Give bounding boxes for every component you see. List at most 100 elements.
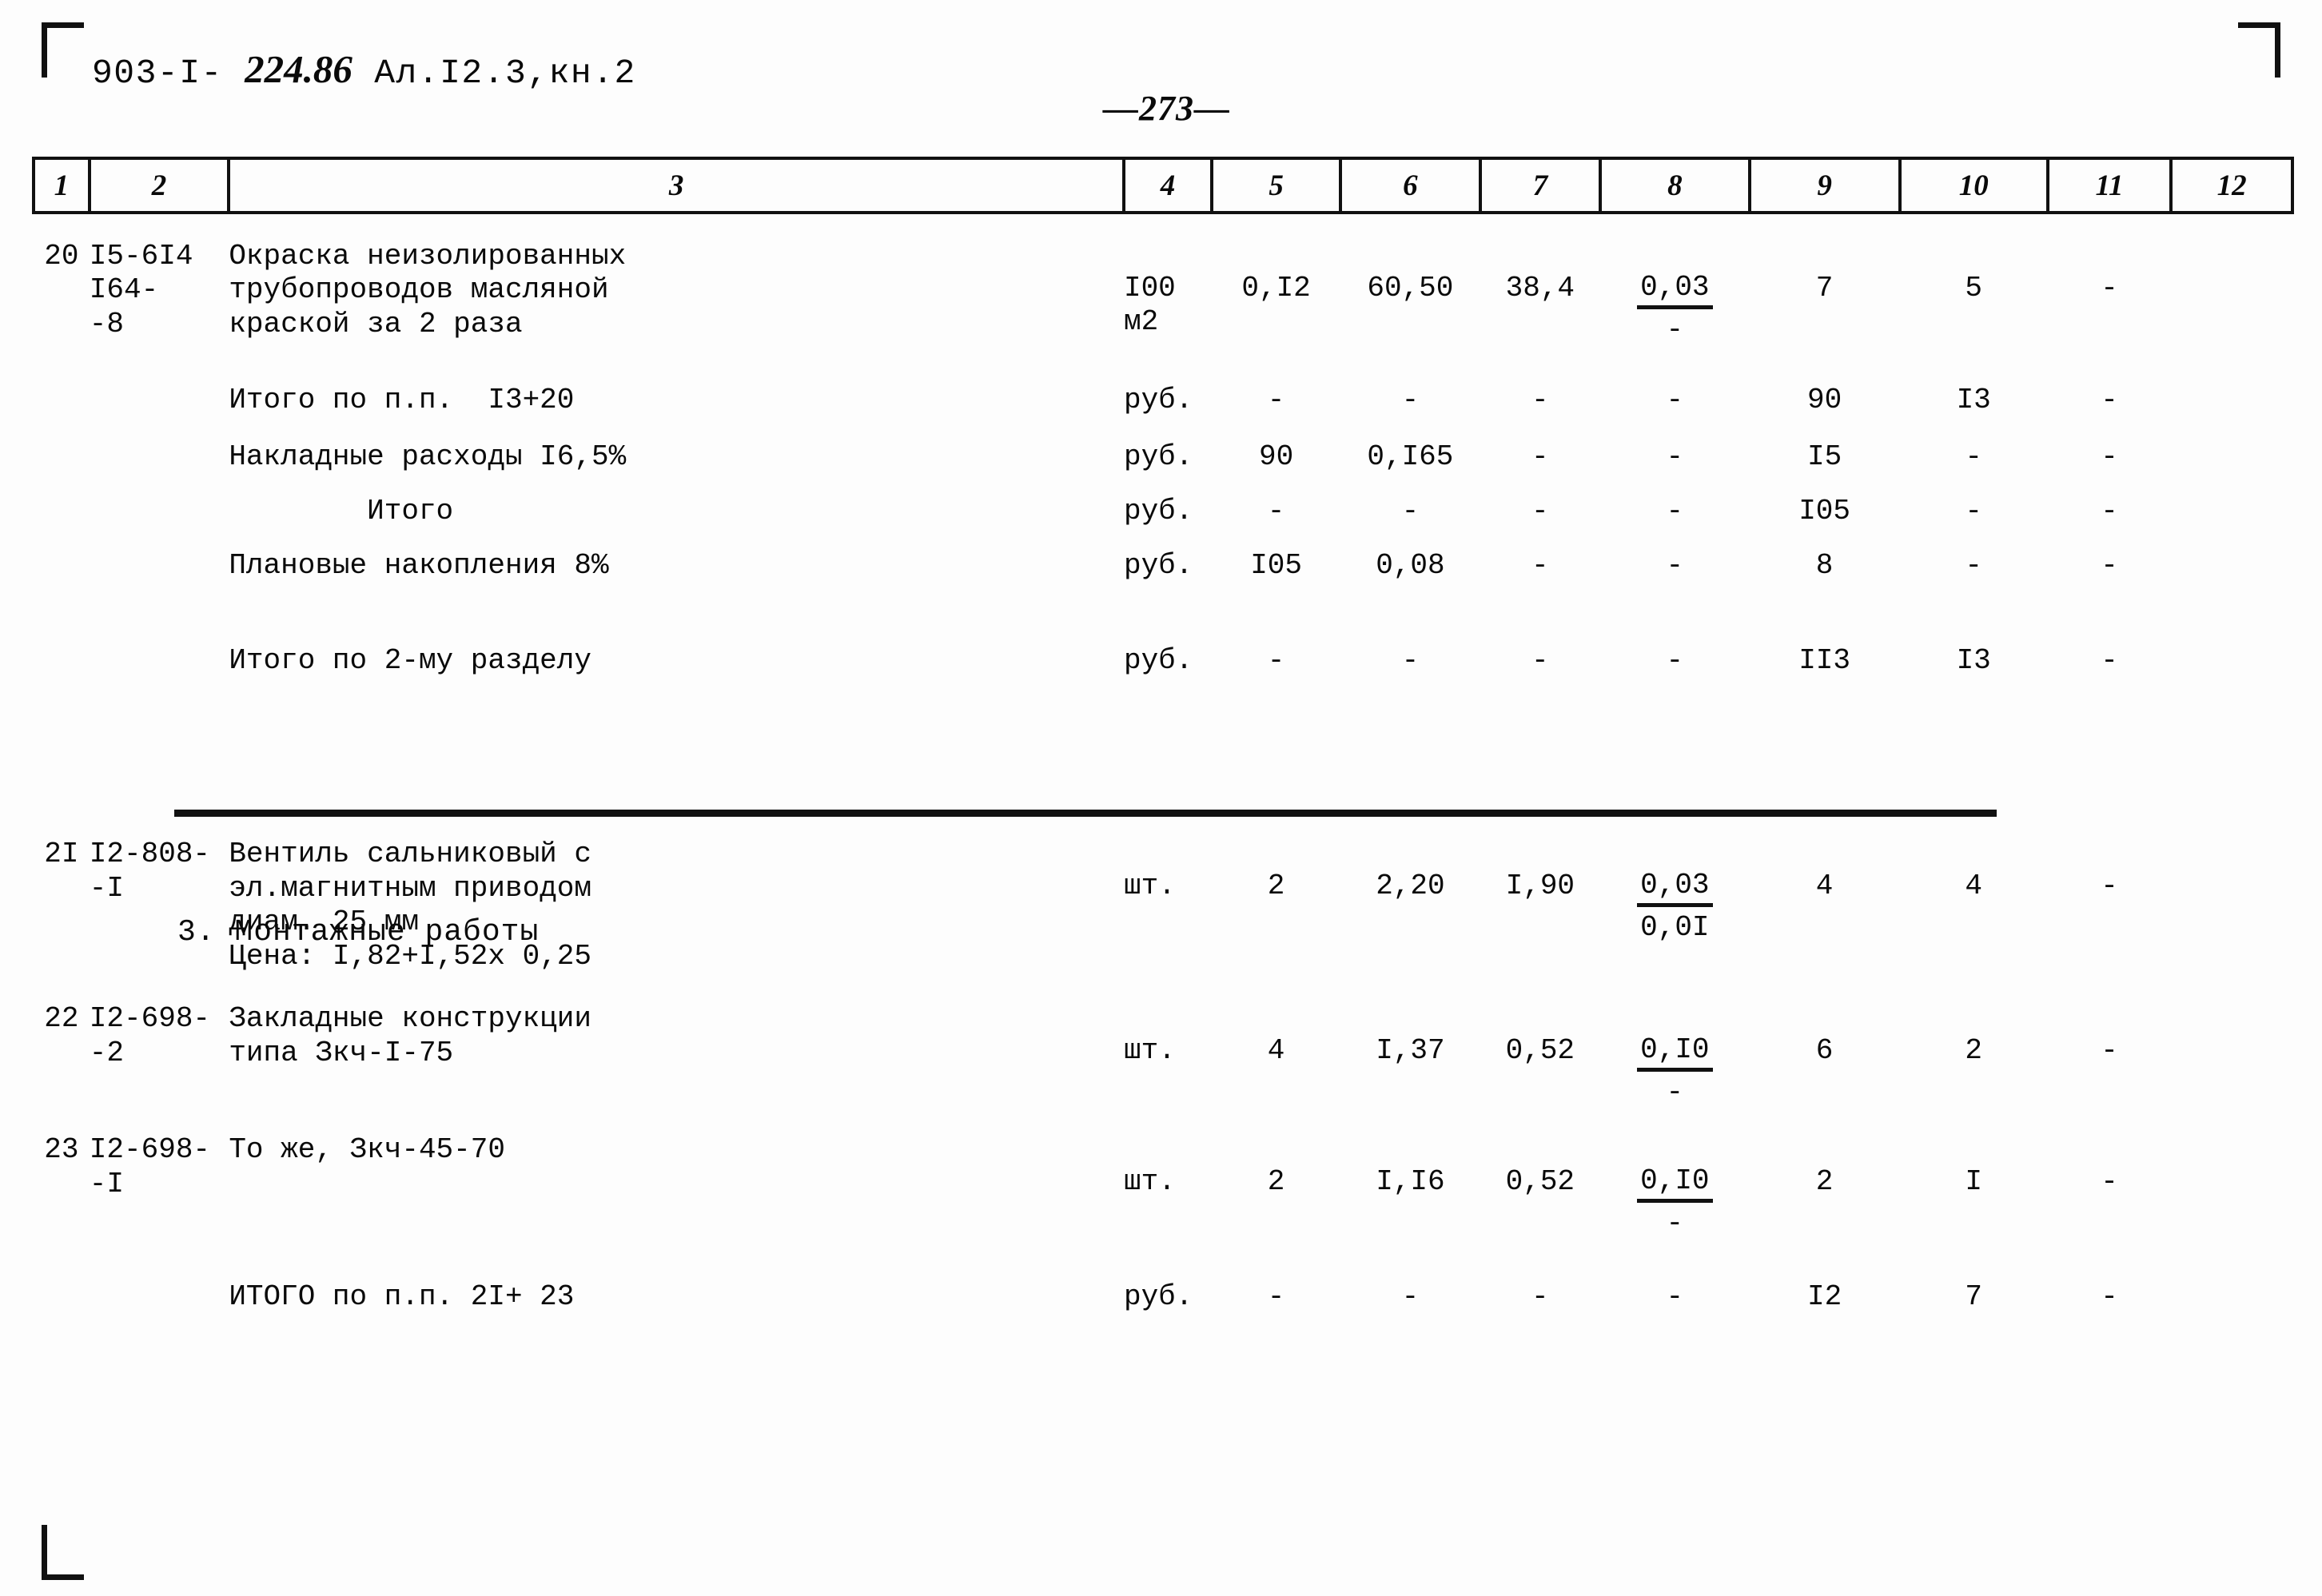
row-unit: I00 м2: [1124, 213, 1212, 347]
row-value-col-10: 4: [1965, 870, 1982, 903]
row-value-col-12: [2171, 347, 2292, 417]
column-number-6: 6: [1339, 157, 1482, 214]
row-value-col-7: -: [1531, 495, 1549, 527]
row-value-col-12: [2171, 213, 2292, 347]
row-unit-line: I00: [1123, 272, 1176, 304]
row-value-col-12: [2171, 474, 2292, 528]
row-unit: руб.: [1124, 474, 1212, 528]
row-norm-code: [90, 474, 229, 528]
row-description-line: Итого по п.п. I3+20: [229, 384, 575, 417]
column-number-row: 1 2 3 4 5 6 7 8 9 10 11 12: [32, 157, 2294, 214]
row-description-line: ИТОГО по п.п. 2I+ 23: [229, 1280, 575, 1314]
row-value-col-5: 2: [1267, 870, 1285, 903]
row-spacer: [34, 678, 2292, 799]
row-value-col-11: -: [2101, 1280, 2118, 1314]
fraction-numerator: 0,I0: [1637, 1165, 1713, 1203]
table-row: Плановые накопления 8% руб. I05 0,08 - - 8 - -: [34, 528, 2292, 583]
row-value-col-9: I5: [1806, 440, 1842, 473]
row-description-line: Окраска неизолированных: [229, 240, 627, 273]
row-value-col-10: I: [1965, 1165, 1982, 1199]
register-mark-top-left: [42, 22, 84, 78]
table-row: Итого по 2-му разделу руб. - - - - II3 I3 -: [34, 599, 2292, 678]
column-number-5: 5: [1210, 157, 1343, 214]
row-value-col-7: -: [1531, 1280, 1549, 1314]
row-value-col-10: 7: [1965, 1280, 1982, 1314]
row-unit: шт.: [1124, 799, 1212, 973]
row-value-col-7: 38,4: [1505, 272, 1575, 304]
estimate-table-body: 1 2 3 4 5 6 7 8 9 10 11 12 20 I5-6I4 I64- -8 Окраска не…: [32, 157, 2294, 1315]
row-norm-code-line: -8: [89, 307, 125, 340]
fraction-numerator: 0,03: [1637, 272, 1713, 309]
row-description: То же, Зкч-45-70: [229, 1109, 1124, 1240]
row-value-col-12: [2171, 973, 2292, 1109]
row-norm-code: I2-698- -2: [90, 973, 229, 1109]
row-value-col-6: 0,08: [1376, 549, 1445, 583]
fraction-denominator: -: [1666, 1075, 1684, 1108]
column-number-7: 7: [1478, 157, 1603, 214]
row-value-col-9: I05: [1798, 495, 1850, 527]
row-description: Плановые накопления 8%: [229, 528, 1124, 583]
fraction-value: 0,03 0,0I: [1637, 870, 1713, 944]
row-value-col-10: 5: [1965, 272, 1982, 304]
row-item-number: [34, 474, 90, 528]
row-unit: руб.: [1124, 1256, 1212, 1314]
row-item-number: [34, 347, 90, 417]
row-unit: шт.: [1124, 1109, 1212, 1240]
row-value-col-8: -: [1666, 440, 1684, 473]
row-value-col-9: I2: [1806, 1280, 1842, 1314]
table-row: ИТОГО по п.п. 2I+ 23 руб. - - - - I2 7 -: [34, 1256, 2292, 1314]
document-code: 903-I- 224.86 Ал.I2.3,кн.2: [92, 46, 636, 93]
fraction-denominator: 0,0I: [1640, 911, 1710, 944]
row-unit-line: руб.: [1123, 440, 1193, 473]
register-mark-top-right: [2238, 22, 2280, 78]
row-description-line: То же, Зкч-45-70: [229, 1133, 505, 1167]
row-description-line: Итого по 2-му разделу: [229, 643, 591, 677]
row-value-col-9: II3: [1798, 643, 1850, 677]
row-item-number: [34, 528, 90, 583]
row-norm-code: [90, 418, 229, 474]
row-value-col-6: -: [1401, 384, 1420, 417]
row-unit-line: шт.: [1123, 870, 1176, 903]
row-value-col-7: 0,52: [1505, 1034, 1575, 1068]
row-value-col-11: -: [2101, 495, 2118, 527]
column-number-4: 4: [1121, 157, 1214, 214]
row-value-col-7: -: [1531, 643, 1549, 677]
row-norm-code-line: -I: [89, 871, 125, 905]
row-value-col-11: -: [2101, 1165, 2118, 1199]
row-value-col-5: 4: [1267, 1034, 1285, 1068]
fraction-value: 0,I0-: [1637, 1165, 1713, 1239]
row-value-col-11: -: [2101, 643, 2118, 677]
row-value-col-6: -: [1401, 1280, 1420, 1314]
table-row: Итого по п.п. I3+20 руб. - - - - 90 I3 -: [34, 347, 2292, 417]
row-norm-code: [90, 599, 229, 678]
row-unit: руб.: [1124, 418, 1212, 474]
row-value-col-12: [2171, 799, 2292, 973]
row-value-col-7: I,90: [1505, 870, 1575, 903]
document-code-suffix: Ал.I2.3,кн.2: [352, 54, 636, 93]
table-row: 22 I2-698- -2 Закладные конструкции типа Зкч…: [34, 973, 2292, 1109]
column-number-9: 9: [1747, 157, 1902, 214]
row-value-col-11: -: [2101, 440, 2118, 473]
row-description: Окраска неизолированных трубопроводов мас…: [229, 213, 1124, 347]
row-value-col-12: [2171, 1109, 2292, 1240]
row-value-col-11: -: [2101, 870, 2118, 903]
column-number-3: 3: [227, 157, 1125, 214]
row-value-col-10: I3: [1956, 643, 1991, 677]
document-page: 903-I- 224.86 Ал.I2.3,кн.2 —273— 1234567…: [0, 0, 2322, 1596]
row-norm-code-line: -I: [89, 1167, 125, 1200]
fraction-numerator: 0,03: [1637, 870, 1713, 907]
estimate-table: 1 2 3 4 5 6 7 8 9 10 11 12 20 I5-6I4 I64- -8 Окраска не…: [32, 157, 2294, 1315]
section-heading: 3. Монтажные работы: [177, 915, 540, 949]
row-unit-line: руб.: [1123, 495, 1193, 527]
row-description-line: Плановые накопления 8%: [229, 549, 609, 583]
row-description: Итого по 2-му разделу: [229, 599, 1124, 678]
document-code-handwritten: 224.86: [245, 47, 352, 91]
row-value-col-8: 0,I0-: [1600, 1109, 1750, 1240]
column-number-8: 8: [1599, 157, 1751, 214]
row-description: Накладные расходы I6,5%: [229, 418, 1124, 474]
fraction-numerator: 0,I0: [1637, 1034, 1713, 1072]
row-norm-code: [90, 1256, 229, 1314]
row-value-col-8: -: [1666, 643, 1684, 677]
row-description-line: Итого: [229, 495, 454, 527]
row-value-col-7: -: [1531, 549, 1549, 583]
